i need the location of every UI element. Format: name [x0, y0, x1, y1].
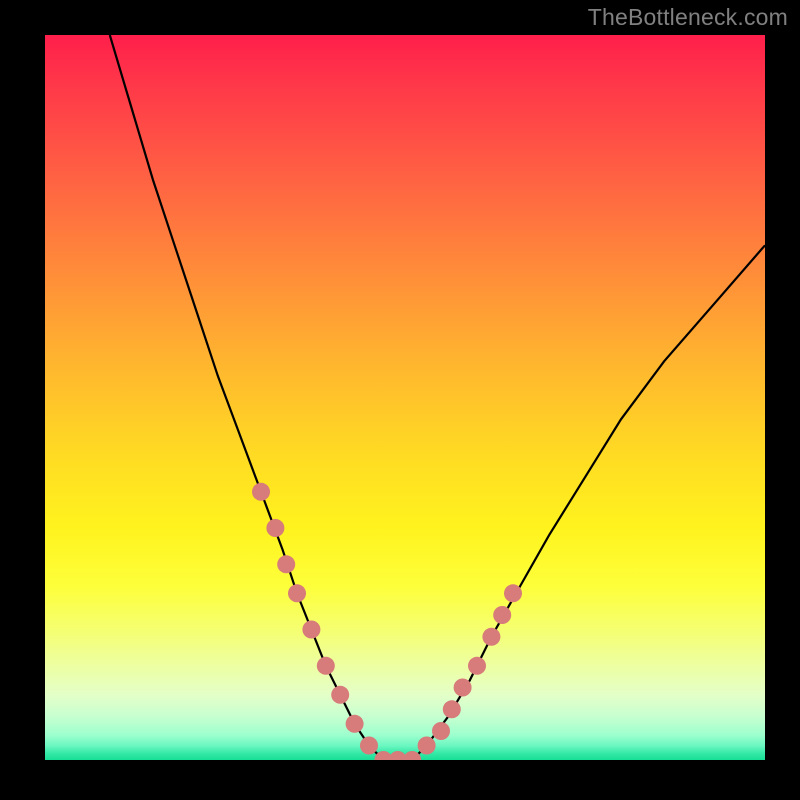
plot-area: [45, 35, 765, 760]
bottleneck-curve: [110, 35, 765, 760]
bottleneck-curve-svg: [45, 35, 765, 760]
highlight-dot: [346, 715, 364, 733]
highlight-dot: [418, 737, 436, 755]
watermark-text: TheBottleneck.com: [588, 4, 788, 31]
highlight-dot: [317, 657, 335, 675]
highlight-dot: [493, 606, 511, 624]
highlight-dots-group: [252, 483, 522, 760]
highlight-dot: [454, 679, 472, 697]
highlight-dot: [331, 686, 349, 704]
highlight-dot: [277, 555, 295, 573]
highlight-dot: [443, 700, 461, 718]
highlight-dot: [266, 519, 284, 537]
highlight-dot: [288, 584, 306, 602]
highlight-dot: [432, 722, 450, 740]
highlight-dot: [482, 628, 500, 646]
highlight-dot: [252, 483, 270, 501]
chart-frame: TheBottleneck.com: [0, 0, 800, 800]
highlight-dot: [504, 584, 522, 602]
highlight-dot: [468, 657, 486, 675]
highlight-dot: [360, 737, 378, 755]
highlight-dot: [302, 621, 320, 639]
